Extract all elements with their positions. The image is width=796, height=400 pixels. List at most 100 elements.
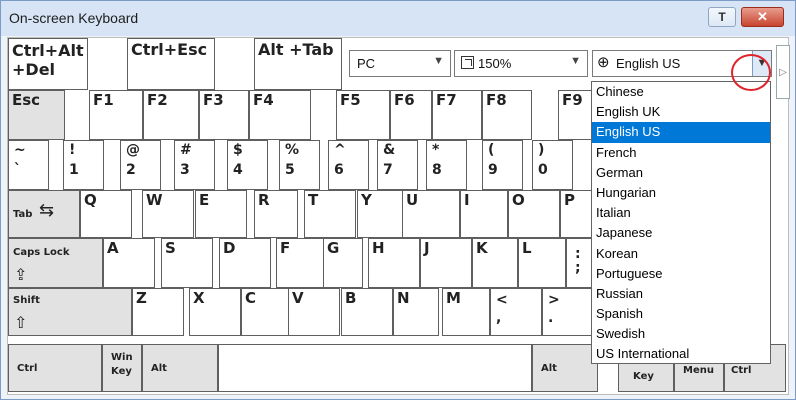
key-space[interactable] [218,344,532,392]
key-d[interactable]: D [219,238,271,288]
key-y[interactable]: Y [357,190,403,238]
key-2[interactable]: @2 [120,140,161,190]
key-1[interactable]: ! 1 [63,140,104,190]
key-v[interactable]: V [288,288,340,336]
key-label: R [258,191,270,209]
key-z[interactable]: Z [132,288,184,336]
language-option[interactable]: German [592,163,770,183]
key-label: X [193,289,205,307]
key-tab[interactable]: Tab ⇆ [8,190,80,238]
key-s[interactable]: S [161,238,213,288]
key-top: ! [69,142,76,158]
key-i[interactable]: I [460,190,508,238]
key-label: L [522,239,532,257]
language-option[interactable]: Swedish [592,324,770,344]
key-label: F3 [203,91,224,109]
language-option[interactable]: English UK [592,102,770,122]
key-f7[interactable]: F7 [432,90,482,140]
layout-value: PC [357,56,376,71]
key-top: ^ [334,142,346,158]
key-j[interactable]: J [420,238,472,288]
key-e[interactable]: E [195,190,247,238]
globe-icon: ⊕ [597,54,610,71]
key-k[interactable]: K [472,238,518,288]
language-option[interactable]: Spanish [592,304,770,324]
language-option[interactable]: Italian [592,203,770,223]
key-alt-right[interactable]: Alt [532,344,598,392]
alt-tab-label: Alt +Tab [258,40,334,59]
key-alt-left[interactable]: Alt [142,344,218,392]
key-7[interactable]: & 7 [377,140,418,190]
next-arrow-button[interactable]: ▷ [776,45,790,99]
key-ctrl-left[interactable]: Ctrl [8,344,102,392]
key-top: % [285,142,300,158]
key-label: I [464,191,470,209]
key-comma[interactable]: <, [490,288,542,336]
key-label: F [280,239,291,257]
key-backtick[interactable]: ~ ` [8,140,49,190]
key-shift-left[interactable]: Shift ⇧ [8,288,132,336]
key-f5[interactable]: F5 [336,90,390,140]
key-3[interactable]: #3 [174,140,215,190]
key-a[interactable]: A [103,238,155,288]
key-b[interactable]: B [341,288,393,336]
key-f4[interactable]: F4 [249,90,311,140]
key-f6[interactable]: F6 [390,90,432,140]
language-option[interactable]: French [592,143,770,163]
key-h[interactable]: H [368,238,420,288]
key-w[interactable]: W [142,190,194,238]
language-option[interactable]: US International [592,344,770,364]
highlight-circle [731,54,771,91]
language-option[interactable]: Portuguese [592,264,770,284]
key-m[interactable]: M [442,288,490,336]
key-f2[interactable]: F2 [143,90,199,140]
key-r[interactable]: R [254,190,298,238]
close-button[interactable]: ✕ [741,7,784,27]
key-label: A [107,239,119,257]
key-o[interactable]: O [508,190,560,238]
key-period[interactable]: >. [542,288,598,336]
key-0[interactable]: ) 0 [532,140,573,190]
key-bottom: ` [14,162,21,178]
language-option[interactable]: Russian [592,284,770,304]
pin-button[interactable]: T [708,7,736,27]
key-9[interactable]: (9 [482,140,523,190]
key-8[interactable]: * 8 [426,140,467,190]
key-t[interactable]: T [304,190,356,238]
key-6[interactable]: ^ 6 [328,140,369,190]
key-win[interactable]: Win Key [102,344,142,392]
key-label: V [292,289,304,307]
key-caps-lock[interactable]: Caps Lock ⇪ [8,238,103,288]
key-u[interactable]: U [402,190,460,238]
key-label: Ctrl [731,365,752,376]
language-option[interactable]: Korean [592,244,770,264]
language-option[interactable]: Japanese [592,223,770,243]
key-g[interactable]: G [323,238,363,288]
title-bar: On-screen Keyboard T ✕ [1,1,795,36]
key-top: $ [233,142,243,158]
key-label: B [345,289,357,307]
key-bottom: 3 [180,162,190,178]
layout-select[interactable]: PC ▼ [349,50,451,77]
key-q[interactable]: Q [80,190,132,238]
key-l[interactable]: L [518,238,566,288]
key-n[interactable]: N [393,288,439,336]
key-bottom: 0 [538,162,548,178]
language-option-selected[interactable]: English US [592,122,770,143]
key-top: * [432,142,440,158]
ctrl-alt-del-key[interactable]: Ctrl+Alt +Del [8,38,88,90]
zoom-select[interactable]: 150% ▼ [454,50,588,77]
key-f8[interactable]: F8 [482,90,532,140]
key-f1[interactable]: F1 [89,90,143,140]
key-esc[interactable]: Esc [8,90,65,140]
key-c[interactable]: C [241,288,293,336]
key-f3[interactable]: F3 [199,90,249,140]
alt-tab-key[interactable]: Alt +Tab [254,38,342,90]
ctrl-esc-key[interactable]: Ctrl+Esc [127,38,215,90]
key-x[interactable]: X [189,288,241,336]
language-option[interactable]: Hungarian [592,183,770,203]
key-4[interactable]: $4 [227,140,268,190]
key-5[interactable]: % 5 [279,140,320,190]
chevron-down-icon: ▼ [570,55,581,67]
key-f[interactable]: F [276,238,328,288]
